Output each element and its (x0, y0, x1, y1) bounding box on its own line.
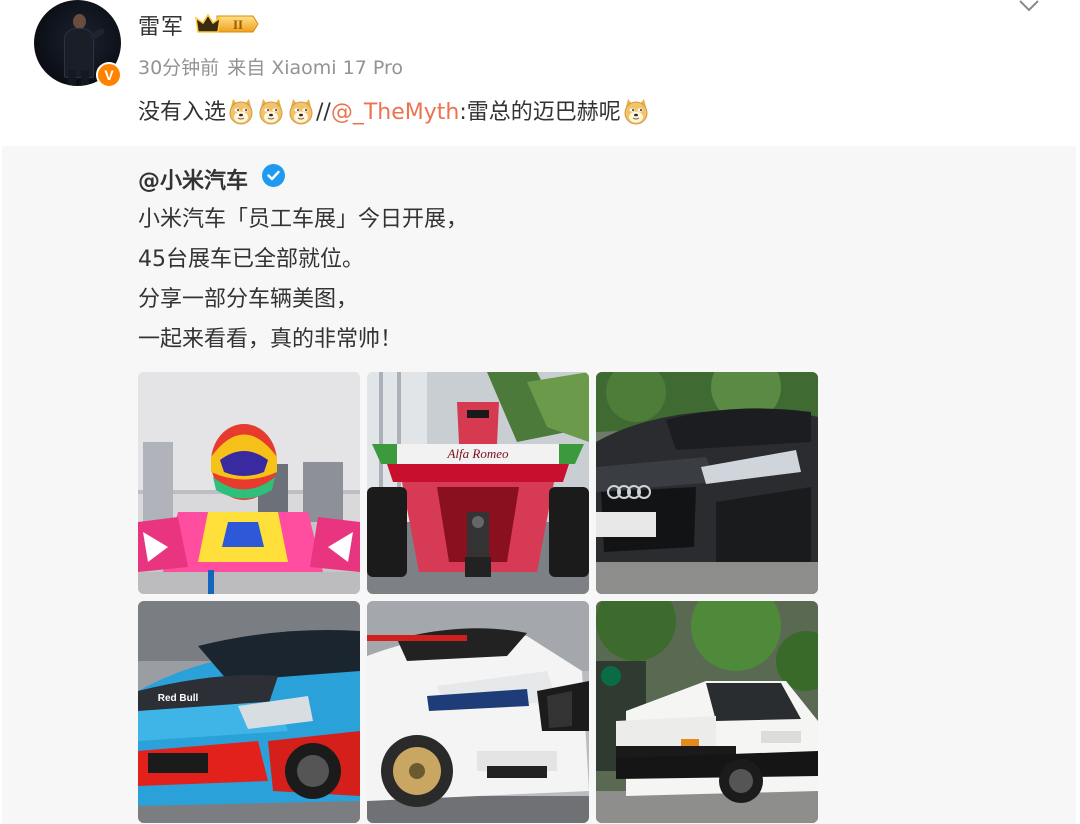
repost-separator: // (316, 100, 331, 125)
member-crown-badge-icon[interactable]: II (195, 12, 259, 36)
post-text-after: 雷总的迈巴赫呢 (466, 100, 621, 125)
image-grid: Alfa Romeo Red Bull (138, 372, 818, 824)
repost-line: 小米汽车「员工车展」今日开展， (138, 207, 469, 232)
avatar-figure-leg (81, 70, 89, 86)
avatar-figure-arm (88, 27, 106, 41)
repost-line: 分享一部分车辆美图， (138, 287, 359, 312)
doge-emoji-icon (622, 97, 650, 125)
bmw-race-car-photo[interactable] (367, 601, 589, 823)
weibo-post: V 雷军 II 30分钟前 来自 Xiaomi 17 Pro 没有入选 //@_Th… (0, 0, 1080, 824)
post-text-before: 没有入选 (138, 100, 227, 125)
doge-emoji-icon (287, 97, 315, 125)
go-kart-photo[interactable] (138, 372, 360, 594)
doge-emoji-icon (257, 97, 285, 125)
doge-emoji-icon (227, 97, 255, 125)
repost-text: 小米汽车「员工车展」今日开展， 45台展车已全部就位。 分享一部分车辆美图， 一… (138, 200, 468, 360)
audi-sedan-photo[interactable] (596, 372, 818, 594)
repost-line: 一起来看看，真的非常帅！ (138, 327, 403, 352)
member-level-text: II (233, 17, 243, 32)
mention-colon: : (459, 100, 467, 125)
alfa-romeo-f1-car-photo[interactable]: Alfa Romeo (367, 372, 589, 594)
car-livery-label: Red Bull (158, 693, 199, 704)
repost-line: 45台展车已全部就位。 (138, 247, 364, 272)
verified-v-icon: V (96, 62, 122, 88)
chevron-down-icon[interactable] (1018, 0, 1040, 14)
post-time[interactable]: 30分钟前 (138, 57, 219, 79)
post-text: 没有入选 //@_TheMyth:雷总的迈巴赫呢 (138, 97, 651, 129)
author-name[interactable]: 雷军 (138, 9, 184, 41)
user-mention-link[interactable]: @_TheMyth (331, 100, 460, 125)
post-source: 来自 Xiaomi 17 Pro (227, 57, 403, 79)
red-bull-race-car-photo[interactable]: Red Bull (138, 601, 360, 823)
post-meta: 30分钟前 来自 Xiaomi 17 Pro (138, 53, 411, 80)
repost-author-link[interactable]: @小米汽车 (138, 163, 248, 195)
toyota-ae86-photo[interactable] (596, 601, 818, 823)
blue-verified-icon (262, 164, 285, 187)
car-livery-label: Alfa Romeo (446, 446, 509, 461)
avatar-figure-head (73, 14, 86, 29)
avatar-figure-leg (68, 70, 76, 86)
reposted-card[interactable]: @小米汽车 小米汽车「员工车展」今日开展， 45台展车已全部就位。 分享一部分车… (2, 146, 1076, 824)
